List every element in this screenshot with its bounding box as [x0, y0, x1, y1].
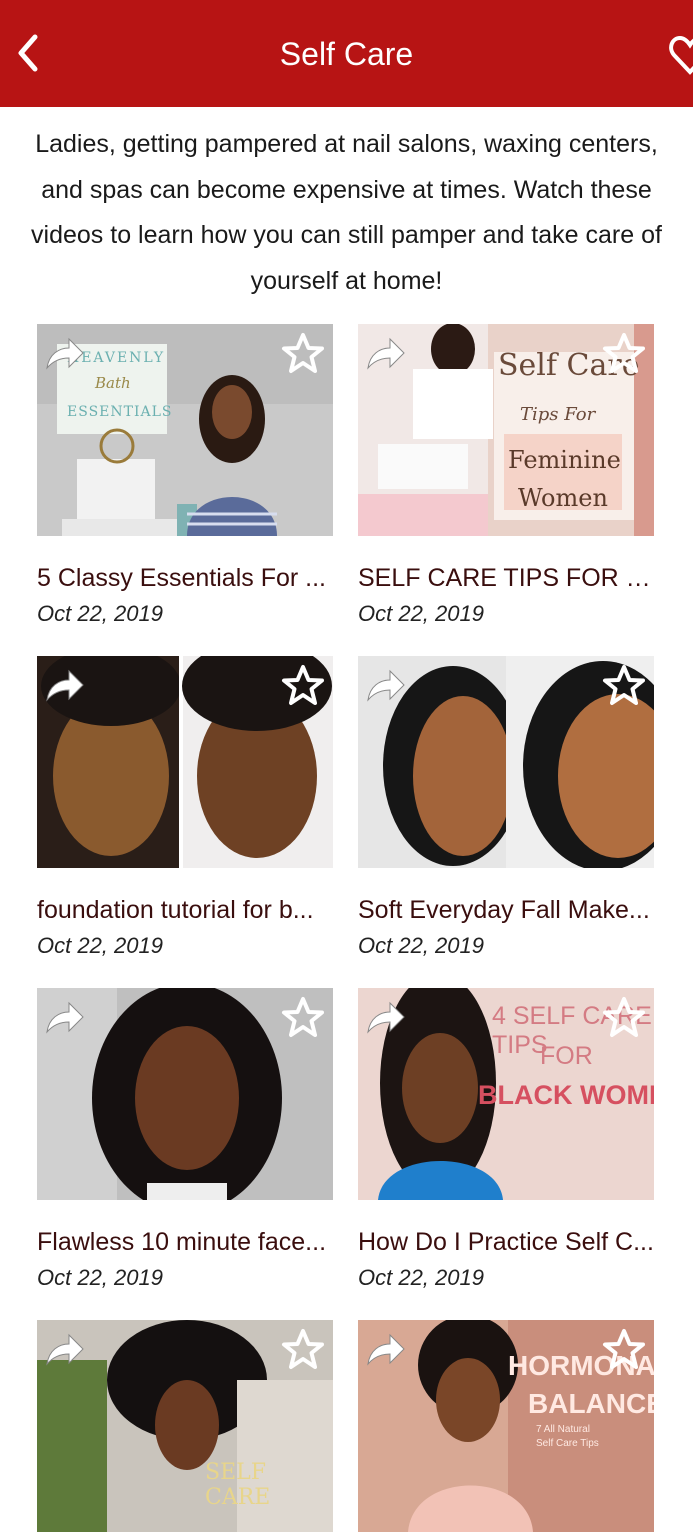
video-title[interactable]: Soft Everyday Fall Make... — [358, 894, 654, 926]
star-icon[interactable] — [602, 664, 646, 708]
thumbnail-text-2: Tips For — [520, 404, 596, 425]
video-title[interactable]: foundation tutorial for b... — [37, 894, 333, 926]
thumbnail-text-3: Feminine — [508, 446, 621, 474]
video-date: Oct 22, 2019 — [358, 601, 484, 626]
share-icon[interactable] — [364, 998, 406, 1036]
share-icon[interactable] — [43, 1330, 85, 1368]
share-icon[interactable] — [364, 334, 406, 372]
video-thumbnail[interactable] — [37, 656, 333, 868]
video-thumbnail[interactable] — [37, 988, 333, 1200]
star-icon[interactable] — [281, 332, 325, 376]
thumbnail-text-2: Bath — [95, 374, 131, 392]
thumbnail-text-3: ESSENTIALS — [67, 404, 173, 420]
share-icon[interactable] — [364, 666, 406, 704]
star-icon[interactable] — [281, 996, 325, 1040]
video-date: Oct 22, 2019 — [37, 1265, 163, 1290]
share-icon[interactable] — [43, 666, 85, 704]
video-thumbnail[interactable]: SELF CARE — [37, 1320, 333, 1532]
thumbnail-text-2: BALANCE — [528, 1388, 654, 1419]
star-icon[interactable] — [602, 996, 646, 1040]
video-date: Oct 22, 2019 — [37, 933, 163, 958]
star-icon[interactable] — [281, 664, 325, 708]
video-title[interactable]: How Do I Practice Self C... — [358, 1226, 654, 1258]
video-date: Oct 22, 2019 — [358, 933, 484, 958]
thumbnail-text-4: Women — [518, 484, 608, 512]
video-title[interactable]: 5 Classy Essentials For ... — [37, 562, 333, 594]
video-title[interactable]: SELF CARE TIPS FOR FE... — [358, 562, 654, 594]
thumbnail-text-3: 7 All Natural — [536, 1424, 590, 1435]
share-icon[interactable] — [43, 998, 85, 1036]
thumbnail-text-3: BLACK WOMEN — [478, 1080, 654, 1110]
video-date: Oct 22, 2019 — [358, 1265, 484, 1290]
share-icon[interactable] — [43, 334, 85, 372]
video-title[interactable]: Flawless 10 minute face... — [37, 1226, 333, 1258]
thumbnail-text-4: Self Care Tips — [536, 1438, 599, 1449]
video-date: Oct 22, 2019 — [37, 601, 163, 626]
thumbnail-text-1: SELF CARE — [205, 1460, 271, 1510]
video-grid: HEAVENLY Bath ESSENTIALS 5 Classy Essent… — [0, 0, 693, 1532]
star-icon[interactable] — [602, 1328, 646, 1372]
video-thumbnail[interactable]: HORMONAL BALANCE 7 All Natural Self Care… — [358, 1320, 654, 1532]
thumbnail-text-2: FOR — [540, 1042, 593, 1070]
video-thumbnail[interactable]: Self Care Tips For Feminine Women — [358, 324, 654, 536]
share-icon[interactable] — [364, 1330, 406, 1368]
star-icon[interactable] — [602, 332, 646, 376]
video-thumbnail[interactable]: 4 SELF CARE TIPS FOR BLACK WOMEN — [358, 988, 654, 1200]
video-thumbnail[interactable]: HEAVENLY Bath ESSENTIALS — [37, 324, 333, 536]
video-thumbnail[interactable] — [358, 656, 654, 868]
star-icon[interactable] — [281, 1328, 325, 1372]
